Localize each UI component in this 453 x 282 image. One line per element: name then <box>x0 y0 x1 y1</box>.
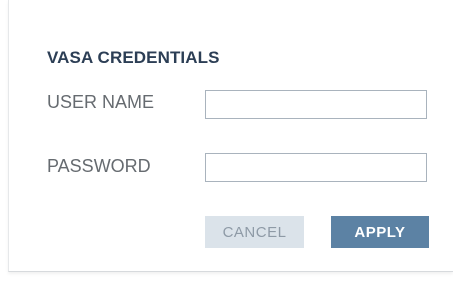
username-label: USER NAME <box>47 92 155 112</box>
dialog-title: VASA CREDENTIALS <box>47 48 220 67</box>
password-label: PASSWORD <box>47 156 151 176</box>
vasa-credentials-dialog: VASA CREDENTIALS USER NAME PASSWORD CANC… <box>8 0 453 272</box>
username-input[interactable] <box>205 90 427 119</box>
password-input[interactable] <box>205 153 427 182</box>
cancel-button[interactable]: CANCEL <box>205 216 304 248</box>
apply-button[interactable]: APPLY <box>331 216 429 248</box>
